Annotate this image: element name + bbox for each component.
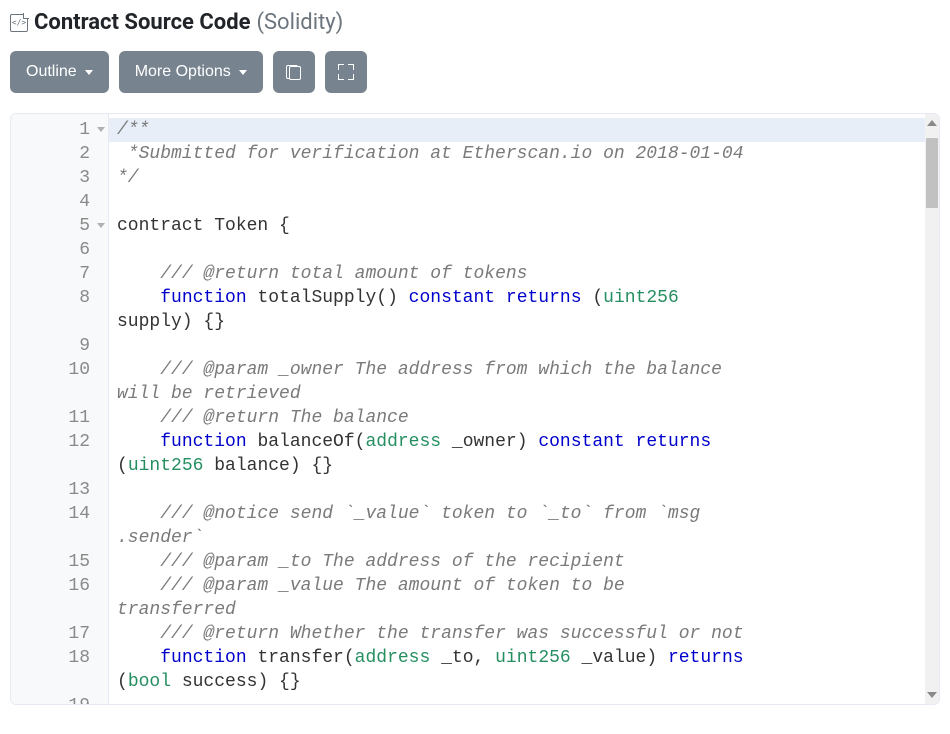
code-line: /// @return total amount of tokens xyxy=(117,262,939,286)
fold-icon[interactable] xyxy=(97,223,105,228)
code-line: .sender` xyxy=(117,526,939,550)
line-number: 7 xyxy=(11,262,108,286)
code-line: /** xyxy=(109,118,939,142)
code-line xyxy=(117,238,939,262)
chevron-down-icon xyxy=(239,70,247,75)
line-number: 6 xyxy=(11,238,108,262)
line-number: 5 xyxy=(11,214,108,238)
line-number: 16 xyxy=(11,574,108,598)
code-line: transferred xyxy=(117,598,939,622)
code-line xyxy=(117,334,939,358)
code-line: /// @param _value The amount of token to… xyxy=(117,574,939,598)
line-number: 19 xyxy=(11,694,108,704)
code-line xyxy=(117,694,939,704)
code-line: (bool success) {} xyxy=(117,670,939,694)
scroll-up-arrow-icon[interactable] xyxy=(925,116,939,130)
line-number: 3 xyxy=(11,166,108,190)
line-number: 1 xyxy=(11,118,108,142)
code-line: function balanceOf(address _owner) const… xyxy=(117,430,939,454)
code-line xyxy=(117,190,939,214)
code-line xyxy=(117,478,939,502)
fullscreen-icon xyxy=(338,64,354,80)
vertical-scrollbar[interactable] xyxy=(925,114,939,704)
section-title: Contract Source Code xyxy=(34,10,250,35)
more-options-button[interactable]: More Options xyxy=(119,51,263,93)
line-number: 17 xyxy=(11,622,108,646)
line-number: 15 xyxy=(11,550,108,574)
code-line: /// @notice send `_value` token to `_to`… xyxy=(117,502,939,526)
line-number: 8 xyxy=(11,286,108,310)
copy-icon xyxy=(286,65,301,80)
copy-button[interactable] xyxy=(273,51,315,93)
line-number: 9 xyxy=(11,334,108,358)
code-line: */ xyxy=(117,166,939,190)
section-subtitle: (Solidity) xyxy=(256,10,343,35)
file-code-icon: </> xyxy=(10,14,28,32)
line-number: 2 xyxy=(11,142,108,166)
code-line: /// @return The balance xyxy=(117,406,939,430)
code-line: /// @param _to The address of the recipi… xyxy=(117,550,939,574)
code-line: function totalSupply() constant returns … xyxy=(117,286,939,310)
line-number: 12 xyxy=(11,430,108,454)
fold-icon[interactable] xyxy=(97,127,105,132)
code-line: *Submitted for verification at Etherscan… xyxy=(117,142,939,166)
chevron-down-icon xyxy=(85,70,93,75)
code-line: /// @return Whether the transfer was suc… xyxy=(117,622,939,646)
scroll-down-arrow-icon[interactable] xyxy=(925,688,939,702)
line-number: 14 xyxy=(11,502,108,526)
code-line: (uint256 balance) {} xyxy=(117,454,939,478)
outline-button-label: Outline xyxy=(26,63,77,81)
line-number: 11 xyxy=(11,406,108,430)
outline-button[interactable]: Outline xyxy=(10,51,109,93)
line-number: 4 xyxy=(11,190,108,214)
code-content[interactable]: /** *Submitted for verification at Ether… xyxy=(109,114,939,704)
scroll-thumb[interactable] xyxy=(926,138,938,208)
code-line: contract Token { xyxy=(117,214,939,238)
line-number: 13 xyxy=(11,478,108,502)
section-header: </> Contract Source Code (Solidity) xyxy=(10,10,940,35)
code-line: supply) {} xyxy=(117,310,939,334)
code-line: function transfer(address _to, uint256 _… xyxy=(117,646,939,670)
code-line: will be retrieved xyxy=(117,382,939,406)
code-editor[interactable]: 12345678.910.1112.1314.1516.1718.19 /** … xyxy=(10,113,940,705)
line-number-gutter: 12345678.910.1112.1314.1516.1718.19 xyxy=(11,114,109,704)
fullscreen-button[interactable] xyxy=(325,51,367,93)
more-options-label: More Options xyxy=(135,63,231,81)
code-line: /// @param _owner The address from which… xyxy=(117,358,939,382)
toolbar: Outline More Options xyxy=(10,51,940,93)
line-number: 10 xyxy=(11,358,108,382)
line-number: 18 xyxy=(11,646,108,670)
